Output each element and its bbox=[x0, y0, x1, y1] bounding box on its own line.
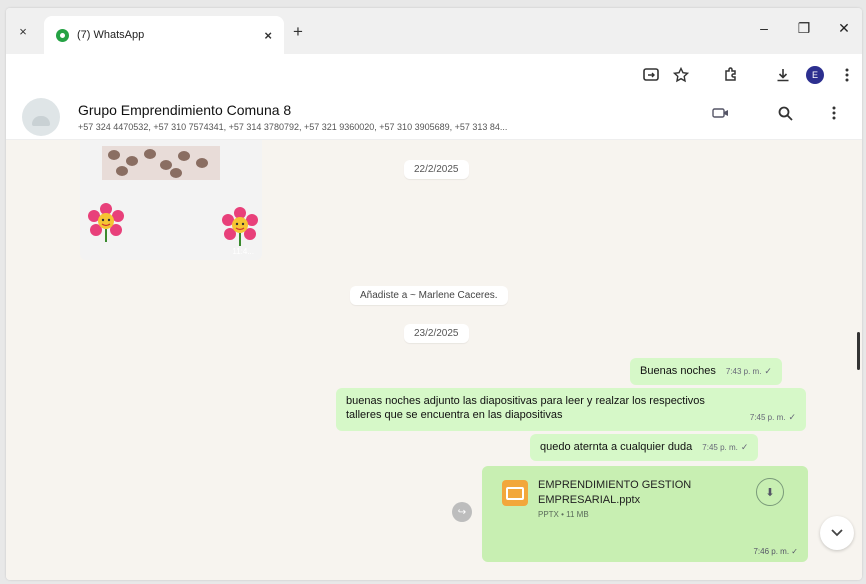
tab-strip: × (7) WhatsApp × + – ❐ ✕ bbox=[6, 8, 862, 54]
profile-initial: E bbox=[806, 66, 824, 84]
outgoing-message[interactable]: quedo aternta a cualquier duda 7:45 p. m.… bbox=[530, 434, 759, 461]
extensions-icon[interactable] bbox=[720, 64, 742, 86]
download-icon[interactable]: ⬇ bbox=[756, 478, 784, 506]
profile-avatar[interactable]: E bbox=[804, 64, 826, 86]
cast-icon[interactable] bbox=[640, 64, 662, 86]
date-separator: 22/2/2025 bbox=[404, 160, 469, 179]
group-name[interactable]: Grupo Emprendimiento Comuna 8 bbox=[78, 102, 291, 118]
download-icon[interactable] bbox=[772, 64, 794, 86]
outgoing-message[interactable]: buenas noches adjunto las diapositivas p… bbox=[336, 388, 806, 431]
close-icon[interactable]: × bbox=[264, 28, 272, 43]
image-message[interactable]: 11:4... bbox=[80, 140, 262, 260]
flower-sticker-icon bbox=[88, 203, 124, 242]
window-close-button[interactable]: ✕ bbox=[832, 20, 856, 37]
sent-check-icon: ✓ bbox=[788, 412, 796, 422]
document-message[interactable]: EMPRENDIMIENTO GESTION EMPRESARIAL.pptx … bbox=[482, 466, 808, 562]
scrollbar[interactable] bbox=[857, 332, 860, 370]
sent-check-icon: ✓ bbox=[740, 442, 749, 452]
chevron-down-icon bbox=[831, 529, 843, 537]
new-tab-button[interactable]: + bbox=[286, 20, 310, 44]
pptx-file-icon bbox=[502, 480, 528, 506]
outgoing-message[interactable]: Buenas noches 7:43 p. m. ✓ bbox=[630, 358, 782, 385]
search-icon[interactable] bbox=[778, 106, 793, 124]
video-call-icon[interactable] bbox=[712, 106, 730, 122]
chat-area[interactable]: 11:4... 22/2/2025 Añadiste a ~ Marlene C… bbox=[6, 140, 862, 580]
restore-button[interactable]: ❐ bbox=[792, 20, 816, 37]
document-name[interactable]: EMPRENDIMIENTO GESTION EMPRESARIAL.pptx bbox=[538, 478, 738, 508]
tab-title: (7) WhatsApp bbox=[77, 29, 145, 41]
message-text: quedo aternta a cualquier duda bbox=[540, 441, 693, 453]
chat-menu-icon[interactable] bbox=[832, 106, 836, 123]
system-message: Añadiste a ~ Marlene Caceres. bbox=[350, 286, 508, 305]
message-time: 7:45 p. m. bbox=[749, 413, 786, 422]
browser-menu-icon[interactable] bbox=[836, 64, 858, 86]
flower-sticker-icon bbox=[222, 207, 258, 246]
sent-check-icon: ✓ bbox=[764, 366, 772, 376]
message-time: 7:43 p. m. bbox=[725, 367, 762, 376]
star-icon[interactable] bbox=[670, 64, 692, 86]
scroll-down-button[interactable] bbox=[820, 516, 854, 550]
date-separator: 23/2/2025 bbox=[404, 324, 469, 343]
whatsapp-icon bbox=[56, 28, 69, 42]
image-photo bbox=[102, 146, 220, 180]
forward-icon[interactable]: ↪ bbox=[452, 502, 472, 522]
chat-header[interactable]: Grupo Emprendimiento Comuna 8 +57 324 44… bbox=[6, 94, 862, 140]
document-info: PPTX • 11 MB bbox=[538, 510, 589, 519]
group-members: +57 324 4470532, +57 310 7574341, +57 31… bbox=[78, 122, 508, 132]
close-tab-icon[interactable]: × bbox=[6, 8, 40, 54]
image-timestamp: 11:4... bbox=[232, 247, 254, 256]
message-time: 7:45 p. m. bbox=[702, 443, 738, 452]
tab-whatsapp[interactable]: (7) WhatsApp × bbox=[44, 16, 284, 54]
browser-toolbar: E bbox=[6, 54, 862, 94]
group-avatar[interactable] bbox=[22, 98, 60, 136]
browser-window: × (7) WhatsApp × + – ❐ ✕ E Grupo Emprend… bbox=[6, 8, 862, 580]
minimize-button[interactable]: – bbox=[752, 20, 776, 36]
message-text: Buenas noches bbox=[640, 365, 716, 377]
message-time: 7:46 p. m. ✓ bbox=[753, 547, 798, 556]
